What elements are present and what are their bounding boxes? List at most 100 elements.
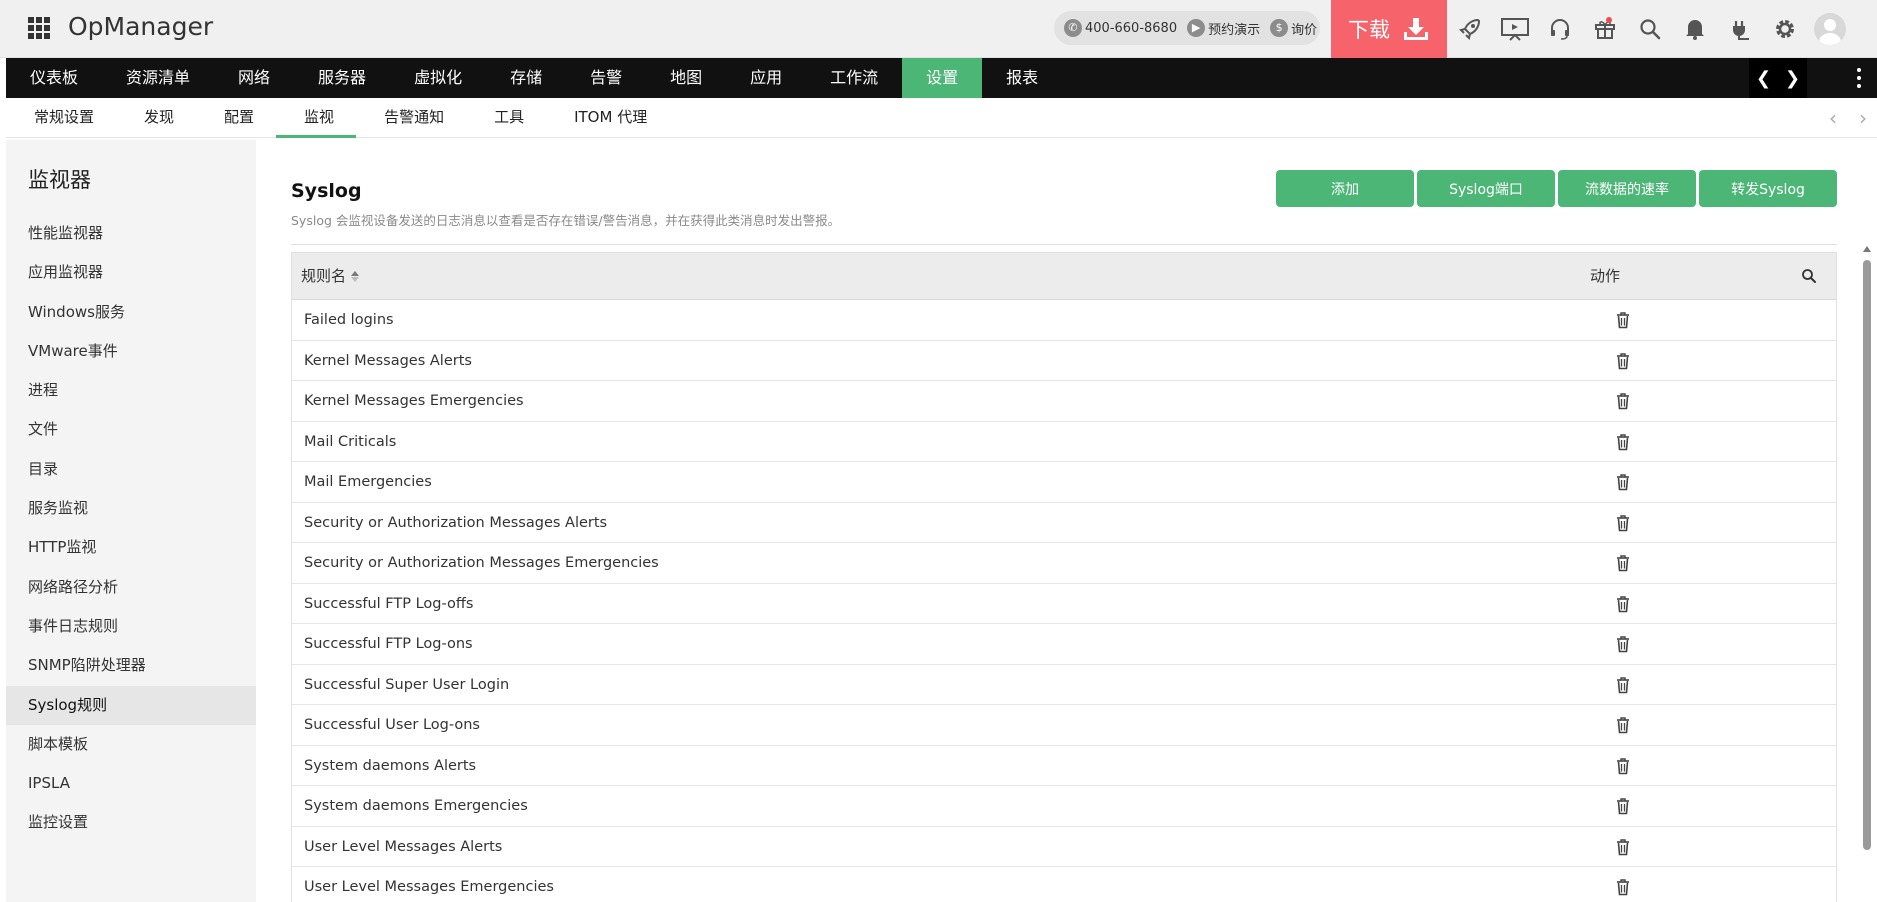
table-row[interactable]: Kernel Messages Alerts [292,341,1836,381]
flow-rate-button[interactable]: 流数据的速率 [1558,170,1696,207]
table-row[interactable]: Kernel Messages Emergencies [292,381,1836,422]
presentation-icon[interactable] [1492,0,1537,58]
sidebar-item-service-monitors[interactable]: 服务监视 [6,489,256,528]
download-button[interactable]: 下载 [1331,0,1447,58]
nav-alarms[interactable]: 告警 [566,58,646,98]
table-row[interactable]: System daemons Alerts [292,746,1836,786]
nav-workflow[interactable]: 工作流 [806,58,902,98]
search-icon[interactable] [1627,0,1672,58]
sidebar-item-performance-monitors[interactable]: 性能监视器 [6,214,256,253]
trash-icon[interactable] [1615,797,1631,815]
phone-link[interactable]: ✆ 400-660-8680 [1064,19,1177,37]
rule-name-cell[interactable]: Successful Super User Login [304,665,509,705]
table-row[interactable]: Mail Criticals [292,422,1836,462]
trash-icon[interactable] [1615,878,1631,896]
rule-name-cell[interactable]: Mail Emergencies [304,462,432,502]
table-row[interactable]: Successful FTP Log-offs [292,584,1836,624]
trash-icon[interactable] [1615,392,1631,410]
gift-icon[interactable] [1582,0,1627,58]
table-row[interactable]: Failed logins [292,300,1836,341]
nav-storage[interactable]: 存储 [486,58,566,98]
tab-tools[interactable]: 工具 [466,98,546,138]
sidebar-item-windows-services[interactable]: Windows服务 [6,293,256,332]
nav-dashboard[interactable]: 仪表板 [6,58,102,98]
trash-icon[interactable] [1615,352,1631,370]
sidebar-item-event-log-rules[interactable]: 事件日志规则 [6,607,256,646]
page-scrollbar[interactable] [1860,242,1874,902]
rule-name-cell[interactable]: Kernel Messages Emergencies [304,381,524,421]
nav-settings[interactable]: 设置 [902,58,983,98]
plug-icon[interactable] [1717,0,1762,58]
rule-name-cell[interactable]: Mail Criticals [304,422,396,462]
more-vertical-icon[interactable] [1844,58,1874,98]
trash-icon[interactable] [1615,716,1631,734]
nav-maps[interactable]: 地图 [646,58,726,98]
table-row[interactable]: System daemons Emergencies [292,786,1836,827]
user-avatar[interactable] [1807,0,1852,58]
table-row[interactable]: User Level Messages Emergencies [292,867,1836,902]
sidebar-item-script-templates[interactable]: 脚本模板 [6,725,256,764]
column-header-rule-name[interactable]: 规则名 [301,253,360,300]
rule-name-cell[interactable]: Successful FTP Log-ons [304,624,473,664]
trash-icon[interactable] [1615,838,1631,856]
trash-icon[interactable] [1615,757,1631,775]
tab-configuration[interactable]: 配置 [196,98,276,138]
nav-virtualization[interactable]: 虚拟化 [390,58,486,98]
trash-icon[interactable] [1615,635,1631,653]
table-row[interactable]: Security or Authorization Messages Emerg… [292,543,1836,584]
rule-name-cell[interactable]: Kernel Messages Alerts [304,341,472,381]
trash-icon[interactable] [1615,676,1631,694]
headset-icon[interactable] [1537,0,1582,58]
trash-icon[interactable] [1615,311,1631,329]
scroll-thumb[interactable] [1863,260,1871,850]
chevron-right-icon[interactable]: › [1848,106,1877,130]
rule-name-cell[interactable]: User Level Messages Alerts [304,827,502,867]
nav-servers[interactable]: 服务器 [294,58,390,98]
nav-inventory[interactable]: 资源清单 [102,58,214,98]
sidebar-item-ipsla[interactable]: IPSLA [6,764,256,803]
sidebar-item-syslog-rules[interactable]: Syslog规则 [6,685,256,725]
price-link[interactable]: $ 询价 [1270,19,1317,38]
search-icon[interactable] [1800,267,1818,285]
rule-name-cell[interactable]: System daemons Emergencies [304,786,528,826]
app-grid-icon[interactable] [28,17,50,39]
sidebar-item-application-monitors[interactable]: 应用监视器 [6,253,256,292]
tab-discovery[interactable]: 发现 [116,98,196,138]
sidebar-item-http-monitors[interactable]: HTTP监视 [6,528,256,567]
rule-name-cell[interactable]: Successful FTP Log-offs [304,584,473,624]
nav-network[interactable]: 网络 [214,58,294,98]
trash-icon[interactable] [1615,433,1631,451]
nav-apps[interactable]: 应用 [726,58,806,98]
tab-monitoring[interactable]: 监视 [276,98,357,138]
sidebar-item-network-path-analysis[interactable]: 网络路径分析 [6,568,256,607]
sidebar-item-directories[interactable]: 目录 [6,450,256,489]
forward-syslog-button[interactable]: 转发Syslog [1699,170,1837,207]
tab-general-settings[interactable]: 常规设置 [6,98,116,138]
sidebar-item-monitoring-settings[interactable]: 监控设置 [6,803,256,842]
table-row[interactable]: Successful FTP Log-ons [292,624,1836,665]
table-row[interactable]: User Level Messages Alerts [292,827,1836,867]
sidebar-item-vmware-events[interactable]: VMware事件 [6,332,256,371]
table-row[interactable]: Security or Authorization Messages Alert… [292,503,1836,543]
rule-name-cell[interactable]: System daemons Alerts [304,746,476,786]
rule-name-cell[interactable]: Failed logins [304,300,394,340]
rocket-icon[interactable] [1447,0,1492,58]
trash-icon[interactable] [1615,473,1631,491]
sidebar-item-files[interactable]: 文件 [6,410,256,449]
tab-itom-agent[interactable]: ITOM 代理 [546,98,669,138]
gear-icon[interactable] [1762,0,1807,58]
table-row[interactable]: Mail Emergencies [292,462,1836,503]
table-row[interactable]: Successful Super User Login [292,665,1836,705]
chevron-left-icon[interactable]: ❮ [1752,68,1776,89]
add-button[interactable]: 添加 [1276,170,1414,207]
trash-icon[interactable] [1615,554,1631,572]
chevron-right-icon[interactable]: ❯ [1781,68,1805,89]
table-row[interactable]: Successful User Log-ons [292,705,1836,746]
rule-name-cell[interactable]: Security or Authorization Messages Emerg… [304,543,659,583]
demo-link[interactable]: ▶ 预约演示 [1187,19,1260,38]
chevron-left-icon[interactable]: ‹ [1818,106,1848,130]
sidebar-item-snmp-trap-processors[interactable]: SNMP陷阱处理器 [6,646,256,685]
syslog-port-button[interactable]: Syslog端口 [1417,170,1555,207]
trash-icon[interactable] [1615,514,1631,532]
rule-name-cell[interactable]: Security or Authorization Messages Alert… [304,503,607,543]
